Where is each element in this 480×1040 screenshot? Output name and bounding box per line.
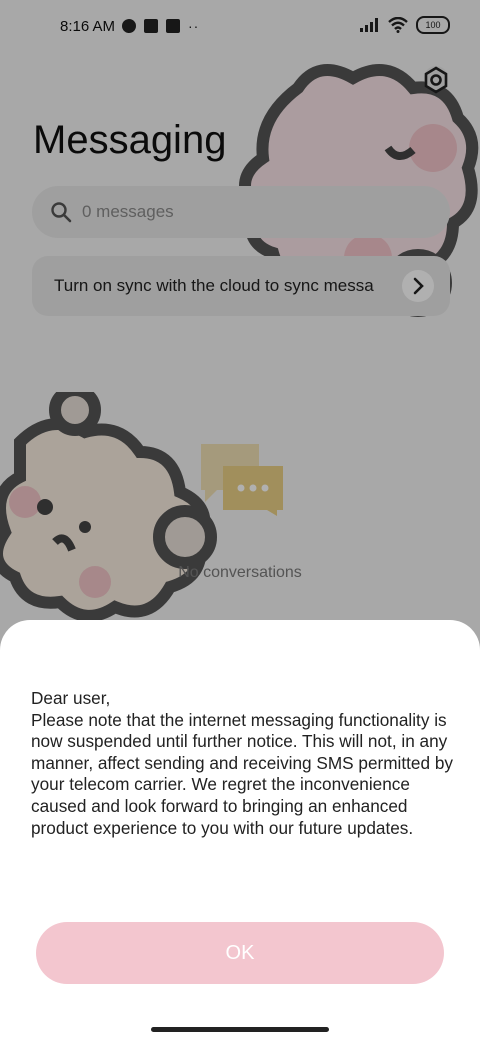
dialog-greeting: Dear user, (31, 688, 111, 708)
notice-dialog: Dear user, Please note that the internet… (0, 620, 480, 1040)
ok-button[interactable]: OK (36, 922, 444, 984)
dialog-body: Please note that the internet messaging … (31, 709, 453, 838)
dialog-message: Dear user, Please note that the internet… (31, 688, 461, 839)
home-indicator[interactable] (151, 1027, 329, 1032)
